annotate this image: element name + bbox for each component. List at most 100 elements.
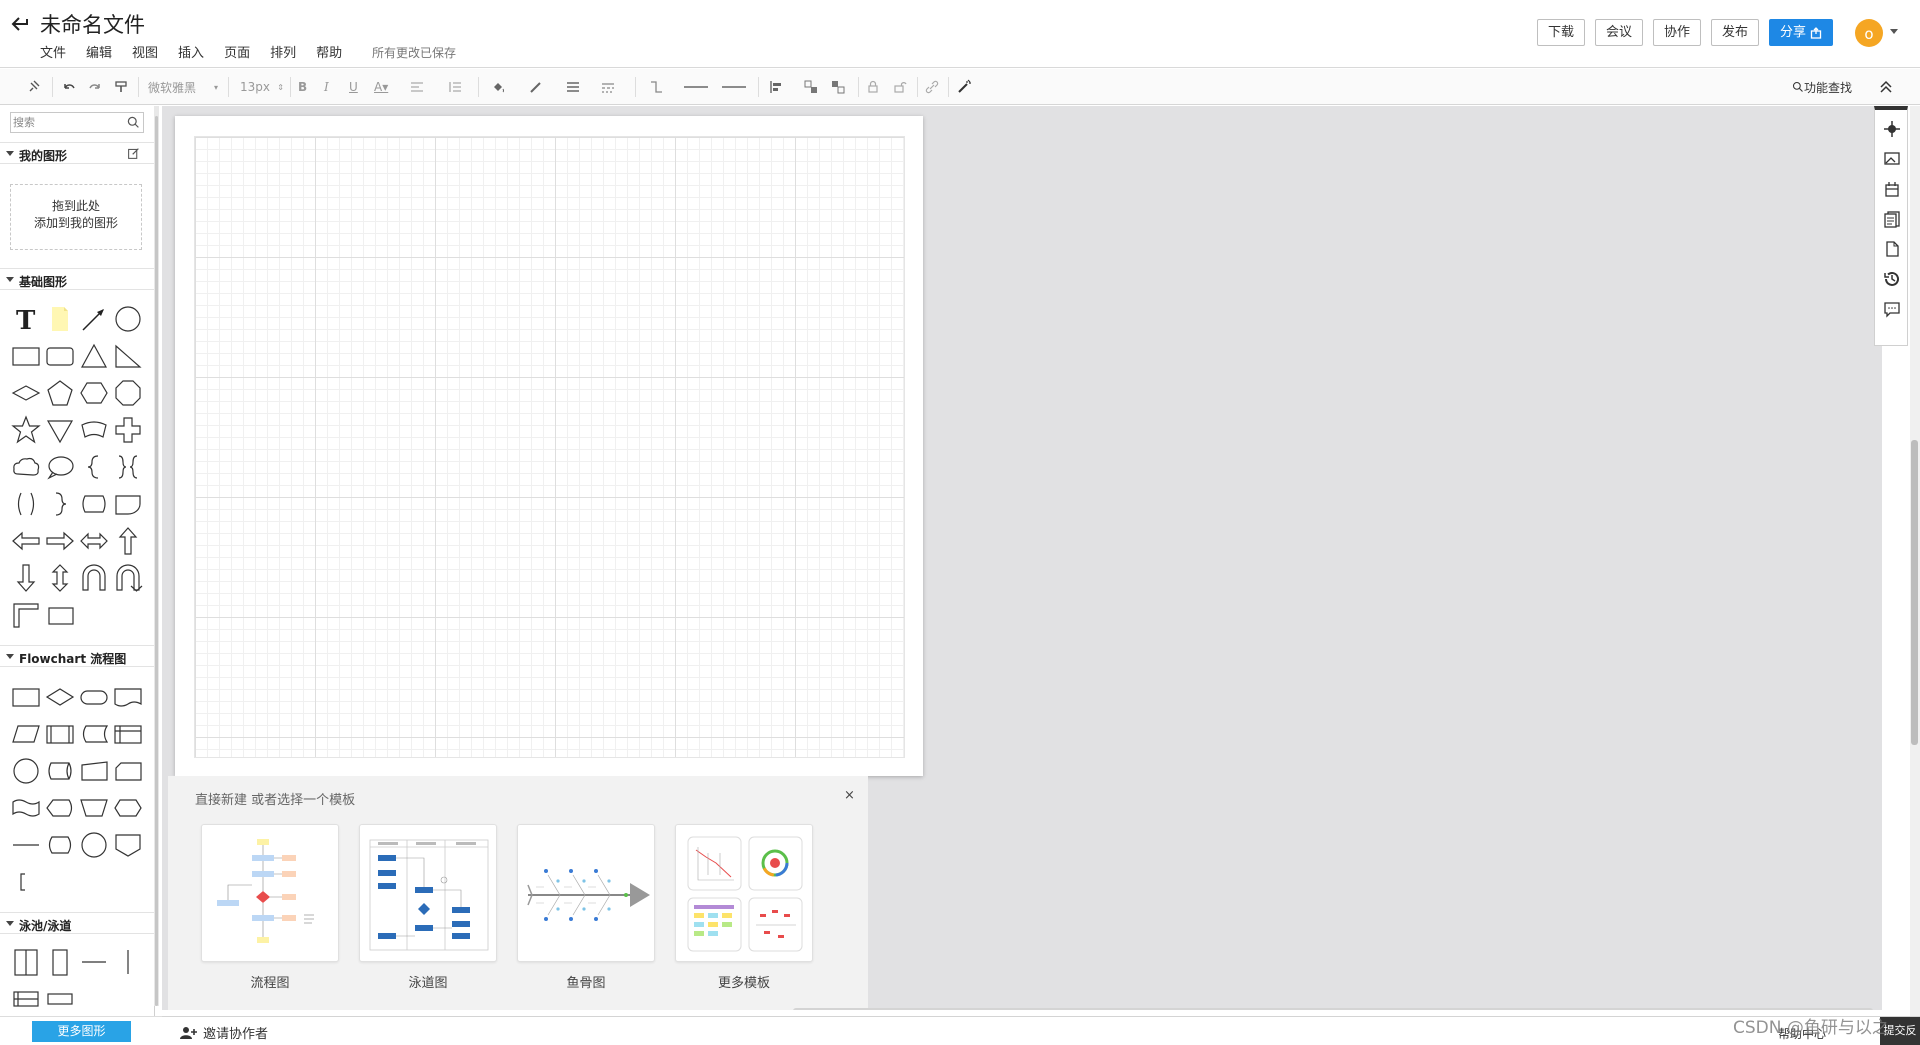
search-input[interactable] [13,115,118,130]
underline-icon[interactable]: U [349,79,358,95]
line-color-icon[interactable] [528,79,544,95]
shape-speech[interactable] [45,452,75,482]
diagram-page[interactable] [175,116,923,776]
shape-f-para[interactable] [11,719,41,749]
shape-rect[interactable] [11,341,41,371]
shape-f-store[interactable] [79,719,109,749]
page-grid[interactable] [194,136,905,758]
line-spacing-icon[interactable] [447,79,463,95]
menu-file[interactable]: 文件 [40,42,66,61]
shape-lane2[interactable] [11,947,41,977]
avatar[interactable]: o [1855,19,1883,47]
shape-rtriangle[interactable] [113,341,143,371]
menu-edit[interactable]: 编辑 [86,42,112,61]
shape-brace-l[interactable] [79,452,109,482]
collapse-toolbar-icon[interactable] [1878,79,1894,95]
shape-cyl-h[interactable] [79,489,109,519]
shape-star[interactable] [11,415,41,445]
menu-arrange[interactable]: 排列 [270,42,296,61]
magic-wand-icon[interactable] [956,79,972,95]
shape-f-offpage[interactable] [113,830,143,860]
shape-cross[interactable] [113,415,143,445]
shape-f-diamond[interactable] [45,682,75,712]
my-shapes-drop-zone[interactable]: 拖到此处 添加到我的图形 [10,184,142,250]
shape-lane-h2[interactable] [11,984,41,1014]
chevron-down-icon[interactable] [1890,29,1898,34]
italic-icon[interactable]: I [324,79,329,95]
meeting-button[interactable]: 会议 [1595,19,1644,46]
template-card-swimlane[interactable] [359,824,497,962]
shape-arrow-d[interactable] [11,563,41,593]
comment-icon[interactable] [1883,300,1901,318]
format-painter-icon[interactable] [27,79,43,95]
shape-lane1[interactable] [45,947,75,977]
shape-f-rect[interactable] [11,682,41,712]
lock-icon[interactable] [865,79,881,95]
font-color-icon[interactable]: A▾ [374,79,388,95]
ungroup-icon[interactable] [830,79,846,95]
shape-arrow-l-r[interactable] [79,526,109,556]
collaborate-button[interactable]: 协作 [1653,19,1702,46]
line-end-icon[interactable] [720,79,752,95]
shape-arrow-u-d[interactable] [45,563,75,593]
back-arrow-icon[interactable] [10,14,32,34]
shape-f-doc[interactable] [113,682,143,712]
invite-collaborator-button[interactable]: 邀请协作者 [180,1023,268,1042]
share-button[interactable]: 分享 [1769,19,1834,46]
line-style-icon[interactable] [600,79,616,95]
line-width-icon[interactable] [565,79,581,95]
shape-f-drum[interactable] [45,756,75,786]
shape-small-rect[interactable] [45,600,75,630]
template-card-flowchart[interactable] [201,824,339,962]
shape-f-card[interactable] [79,756,109,786]
shape-uturn[interactable] [79,563,109,593]
shape-octagon[interactable] [113,378,143,408]
shape-f-line[interactable] [11,830,41,860]
shape-parens[interactable] [11,489,41,519]
page-icon[interactable] [1883,240,1901,258]
menu-insert[interactable]: 插入 [178,42,204,61]
shape-arrow-u[interactable] [113,526,143,556]
shape-f-annot[interactable] [11,867,41,897]
align-icon[interactable] [768,79,784,95]
font-family-select[interactable]: 微软雅黑 ▾ [148,79,218,95]
group-icon[interactable] [803,79,819,95]
fill-color-icon[interactable] [490,79,506,95]
data-icon[interactable] [1883,180,1901,198]
redo-icon[interactable] [87,79,103,95]
shape-f-circle[interactable] [11,756,41,786]
shape-circle[interactable] [113,304,143,334]
shape-shield[interactable] [45,415,75,445]
pages-icon[interactable] [1883,210,1901,228]
canvas-horizontal-scrollbar[interactable] [793,1008,1873,1010]
shape-f-prep[interactable] [113,793,143,823]
feature-search-button[interactable]: 功能查找 [1792,79,1852,95]
shape-text[interactable]: T [11,304,41,334]
shape-lane-line[interactable] [79,947,109,977]
section-header-basic-shapes[interactable]: 基础图形 [0,268,154,290]
shape-f-display[interactable] [45,793,75,823]
shape-f-sub[interactable] [45,719,75,749]
shape-arrow-l[interactable] [11,526,41,556]
document-title[interactable]: 未命名文件 [40,9,145,39]
line-start-icon[interactable] [682,79,714,95]
image-icon[interactable] [1883,150,1901,168]
paint-format-icon[interactable] [113,79,129,95]
edit-icon[interactable] [127,147,140,160]
shape-lane-h1[interactable] [45,984,75,1014]
shape-f-tape[interactable] [11,793,41,823]
sidebar-scrollbar[interactable] [155,116,158,1006]
shape-hexagon[interactable] [79,378,109,408]
publish-button[interactable]: 发布 [1711,19,1760,46]
canvas-vertical-scrollbar[interactable] [1911,440,1918,745]
close-icon[interactable]: × [844,788,855,803]
shape-banner[interactable] [79,415,109,445]
shape-corner[interactable] [11,600,41,630]
menu-view[interactable]: 视图 [132,42,158,61]
connector-type-icon[interactable] [648,79,664,95]
shape-note[interactable] [45,304,75,334]
template-card-more[interactable] [675,824,813,962]
link-icon[interactable] [924,79,940,95]
unlock-icon[interactable] [891,79,907,95]
shape-arrow[interactable] [79,304,109,334]
